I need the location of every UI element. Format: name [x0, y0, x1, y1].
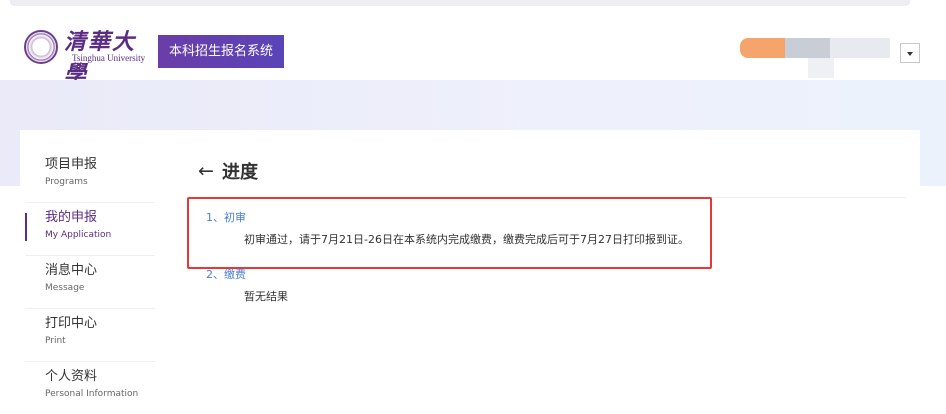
- tsinghua-seal-icon: [24, 30, 58, 64]
- page-title: 进度: [222, 162, 258, 183]
- logo-english-text: Tsinghua University: [72, 53, 146, 63]
- sidebar-item-sublabel: Print: [45, 336, 66, 346]
- sidebar-item-label: 个人资料: [45, 369, 98, 384]
- page: 清華大學 Tsinghua University 本科招生报名系统 项目申报 P…: [0, 0, 946, 414]
- sidebar-item-message[interactable]: 消息中心 Message: [25, 256, 155, 309]
- active-indicator: [25, 213, 27, 241]
- annotation-highlight-box: [187, 197, 712, 269]
- sidebar-item-label: 消息中心: [45, 263, 98, 278]
- sidebar-item-label: 我的申报: [45, 210, 98, 225]
- user-info-blurred[interactable]: [740, 38, 890, 78]
- step-result: 暂无结果: [244, 290, 288, 303]
- sidebar-item-my-application[interactable]: 我的申报 My Application: [25, 203, 155, 256]
- content-card: [20, 130, 920, 414]
- sidebar-item-label: 打印中心: [45, 316, 98, 331]
- user-menu-dropdown-button[interactable]: [900, 43, 920, 63]
- sidebar-item-sublabel: Message: [45, 283, 85, 293]
- sidebar-nav: 项目申报 Programs 我的申报 My Application 消息中心 M…: [25, 150, 155, 414]
- sidebar-item-sublabel: Programs: [45, 177, 88, 187]
- sidebar-item-personal-information[interactable]: 个人资料 Personal Information: [25, 362, 155, 414]
- top-scroll-strip: [10, 0, 910, 6]
- university-logo[interactable]: 清華大學 Tsinghua University: [64, 22, 146, 87]
- progress-step-payment: 2、缴费 暂无结果: [206, 268, 288, 304]
- sidebar-item-programs[interactable]: 项目申报 Programs: [25, 150, 155, 203]
- sidebar-item-sublabel: Personal Information: [45, 389, 139, 399]
- system-title[interactable]: 本科招生报名系统: [158, 35, 284, 68]
- caret-down-icon: [907, 52, 913, 56]
- sidebar-item-sublabel: My Application: [45, 230, 112, 240]
- sidebar-item-label: 项目申报: [45, 157, 98, 172]
- header: 清華大學 Tsinghua University 本科招生报名系统: [0, 8, 946, 87]
- sidebar-item-print[interactable]: 打印中心 Print: [25, 309, 155, 362]
- back-arrow-icon[interactable]: ←: [198, 161, 214, 181]
- step-heading[interactable]: 2、缴费: [206, 268, 288, 282]
